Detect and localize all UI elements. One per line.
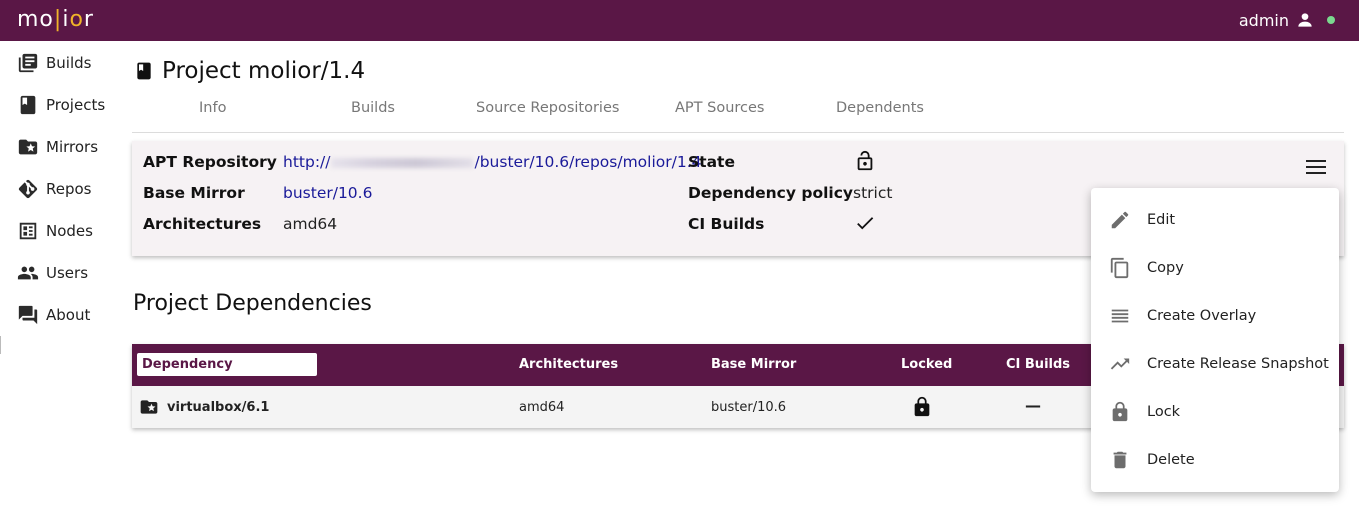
apt-repository-link[interactable]: http:// /buster/10.6/repos/molior/1.4 bbox=[283, 153, 702, 171]
trash-icon bbox=[1113, 451, 1127, 469]
dependency-base-mirror: buster/10.6 bbox=[711, 400, 787, 415]
tab-dependents[interactable]: Dependents bbox=[836, 100, 924, 116]
menu-item-label: Create Overlay bbox=[1147, 308, 1257, 324]
sidebar-item-label: Mirrors bbox=[46, 138, 99, 156]
git-icon bbox=[18, 179, 38, 199]
tab-builds[interactable]: Builds bbox=[351, 100, 395, 116]
locked-column-header[interactable]: Locked bbox=[901, 357, 952, 372]
base-mirror-column-header[interactable]: Base Mirror bbox=[711, 357, 796, 372]
sidebar-item-label: About bbox=[46, 306, 91, 324]
menu-item-label: Edit bbox=[1147, 212, 1176, 228]
menu-item-create-release-snapshot[interactable]: Create Release Snapshot bbox=[1091, 340, 1339, 388]
sidebar-item-about[interactable]: About bbox=[17, 304, 90, 326]
dependencies-title: Project Dependencies bbox=[133, 291, 372, 316]
builds-icon bbox=[18, 53, 38, 73]
sidebar-item-projects[interactable]: Projects bbox=[17, 94, 105, 116]
menu-item-create-overlay[interactable]: Create Overlay bbox=[1091, 292, 1339, 340]
lock-icon bbox=[914, 396, 930, 417]
dependency-policy-label: Dependency policy bbox=[688, 184, 854, 202]
top-app-bar: mo|ior admin bbox=[0, 0, 1359, 41]
sidebar-item-label: Repos bbox=[46, 180, 92, 198]
account-icon bbox=[1298, 13, 1312, 27]
star-folder-icon bbox=[140, 400, 158, 414]
username: admin bbox=[1238, 10, 1289, 30]
menu-item-edit[interactable]: Edit bbox=[1091, 196, 1339, 244]
sidebar-item-label: Projects bbox=[46, 96, 106, 114]
trending-up-icon bbox=[1110, 358, 1130, 370]
sidebar-item-builds[interactable]: Builds bbox=[17, 52, 91, 74]
base-mirror-link[interactable]: buster/10.6 bbox=[283, 184, 372, 202]
project-actions-menu: Edit Copy Create Overlay Create Release … bbox=[1091, 188, 1339, 492]
apt-repository-prefix: http:// bbox=[283, 153, 331, 171]
state-label: State bbox=[688, 153, 735, 171]
sidebar-item-label: Nodes bbox=[46, 222, 93, 240]
tab-apt-sources[interactable]: APT Sources bbox=[675, 100, 765, 116]
apt-repository-path: /buster/10.6/repos/molior/1.4 bbox=[474, 153, 702, 171]
page-title: Project molior/1.4 bbox=[134, 58, 365, 84]
redacted-host bbox=[331, 157, 474, 168]
menu-item-delete[interactable]: Delete bbox=[1091, 436, 1339, 484]
sidebar-item-users[interactable]: Users bbox=[17, 262, 88, 284]
forum-icon bbox=[18, 305, 38, 325]
menu-item-label: Delete bbox=[1147, 452, 1195, 468]
dependency-name[interactable]: virtualbox/6.1 bbox=[167, 400, 269, 415]
star-folder-icon bbox=[18, 139, 38, 155]
logo-text-o: o bbox=[69, 7, 84, 32]
dependency-column-header[interactable]: Dependency bbox=[137, 353, 317, 376]
apt-repository-label: APT Repository bbox=[143, 153, 277, 171]
nodes-icon bbox=[19, 222, 37, 240]
tab-bar: Info Builds Source Repositories APT Sour… bbox=[132, 96, 1344, 133]
lock-open-icon bbox=[857, 150, 873, 171]
tab-info[interactable]: Info bbox=[199, 100, 226, 116]
user-menu[interactable]: admin bbox=[1239, 10, 1335, 30]
menu-item-lock[interactable]: Lock bbox=[1091, 388, 1339, 436]
hamburger-menu-icon[interactable] bbox=[1306, 159, 1326, 175]
copy-icon bbox=[1110, 257, 1129, 279]
sidebar-divider bbox=[0, 336, 1, 354]
sidebar-item-label: Users bbox=[46, 264, 89, 282]
menu-item-label: Copy bbox=[1147, 260, 1184, 276]
overlay-icon bbox=[1111, 309, 1129, 323]
tab-source-repositories[interactable]: Source Repositories bbox=[476, 100, 619, 116]
pencil-icon bbox=[1111, 211, 1129, 229]
dependency-policy-value: strict bbox=[853, 184, 893, 202]
dependency-architectures: amd64 bbox=[519, 400, 565, 415]
molior-logo[interactable]: mo|ior bbox=[17, 7, 94, 32]
sidebar-item-repos[interactable]: Repos bbox=[17, 178, 92, 200]
logo-text-mo: mo bbox=[17, 7, 54, 32]
dependency-ci-builds: — bbox=[1025, 396, 1041, 415]
lock-icon bbox=[1112, 401, 1128, 422]
status-online-icon bbox=[1327, 16, 1335, 24]
architectures-label: Architectures bbox=[143, 215, 262, 233]
logo-text-r: r bbox=[83, 7, 94, 32]
architectures-column-header[interactable]: Architectures bbox=[519, 357, 618, 372]
ci-builds-label: CI Builds bbox=[688, 215, 765, 233]
sidebar-item-label: Builds bbox=[46, 54, 92, 72]
architectures-value: amd64 bbox=[283, 215, 338, 233]
sidebar: Builds Projects Mirrors Repos Nodes User… bbox=[0, 41, 118, 525]
menu-item-label: Lock bbox=[1147, 404, 1181, 420]
base-mirror-label: Base Mirror bbox=[143, 184, 245, 202]
check-icon bbox=[857, 217, 874, 230]
menu-item-copy[interactable]: Copy bbox=[1091, 244, 1339, 292]
book-icon bbox=[137, 62, 151, 80]
menu-item-label: Create Release Snapshot bbox=[1147, 356, 1329, 372]
book-icon bbox=[20, 95, 36, 115]
sidebar-item-nodes[interactable]: Nodes bbox=[17, 220, 93, 242]
page-title-text: Project molior/1.4 bbox=[162, 58, 366, 84]
users-icon bbox=[17, 266, 39, 280]
sidebar-item-mirrors[interactable]: Mirrors bbox=[17, 136, 98, 158]
ci-builds-column-header[interactable]: CI Builds bbox=[1006, 357, 1070, 372]
